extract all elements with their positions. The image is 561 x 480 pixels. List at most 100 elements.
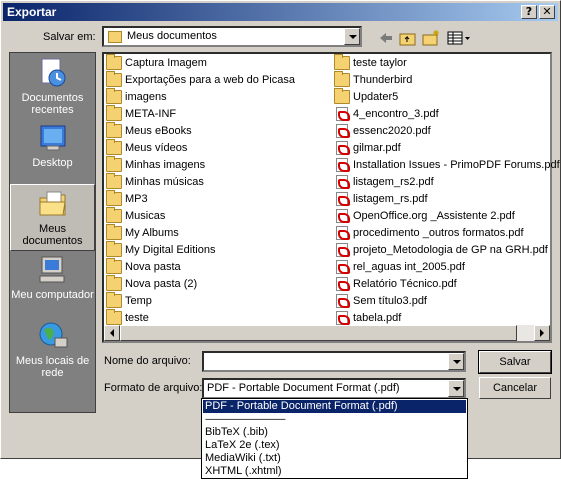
format-option[interactable]: LaTeX 2e (.tex) xyxy=(203,439,466,452)
folder-icon xyxy=(106,71,122,87)
folder-icon xyxy=(334,71,350,87)
file-name: MP3 xyxy=(125,193,148,205)
file-item-pdf[interactable]: gilmar.pdf xyxy=(334,140,401,157)
pdf-file-icon xyxy=(336,260,350,274)
help-button[interactable]: ? xyxy=(521,5,537,19)
back-icon[interactable] xyxy=(376,29,396,47)
folder-item[interactable]: My Digital Editions xyxy=(106,241,216,259)
network-places-icon xyxy=(37,320,69,352)
folder-item[interactable]: Nova pasta (2) xyxy=(106,275,198,293)
folder-icon xyxy=(106,309,122,325)
file-item-pdf[interactable]: Sem título3.pdf xyxy=(334,293,427,310)
scroll-left-button[interactable] xyxy=(104,325,120,341)
folder-item[interactable]: Minhas músicas xyxy=(106,173,204,191)
folder-item[interactable]: imagens xyxy=(106,88,167,106)
file-item-pdf[interactable]: listagem_rs2.pdf xyxy=(334,174,434,191)
folder-icon xyxy=(106,292,122,308)
file-item-pdf[interactable]: Relatório Técnico.pdf xyxy=(334,276,457,293)
horizontal-scrollbar[interactable] xyxy=(104,325,550,341)
format-dropdown-list: PDF - Portable Document Format (.pdf) --… xyxy=(201,398,468,479)
format-option[interactable]: BibTeX (.bib) xyxy=(203,426,466,439)
file-name: Relatório Técnico.pdf xyxy=(353,278,457,290)
scroll-right-button[interactable] xyxy=(534,325,550,341)
file-item-pdf[interactable]: essenc2020.pdf xyxy=(334,123,431,140)
dialog-title: Exportar xyxy=(7,5,57,19)
my-computer-icon xyxy=(37,254,69,286)
scroll-thumb[interactable] xyxy=(120,325,517,341)
save-in-combo[interactable]: Meus documentos xyxy=(102,26,362,47)
cancel-button[interactable]: Cancelar xyxy=(479,377,551,399)
file-name: imagens xyxy=(125,91,167,103)
pdf-file-icon xyxy=(336,107,350,121)
folder-icon xyxy=(106,241,122,257)
folder-item[interactable]: Minhas imagens xyxy=(106,156,206,174)
folder-item[interactable]: Meus vídeos xyxy=(106,139,188,157)
up-folder-icon[interactable] xyxy=(398,29,418,47)
file-name: Installation Issues - PrimoPDF Forums.pd… xyxy=(353,159,560,171)
file-name: teste taylor xyxy=(353,57,407,69)
file-item-pdf[interactable]: procedimento _outros formatos.pdf xyxy=(334,225,524,242)
folder-icon xyxy=(106,190,122,206)
file-list[interactable]: Captura Imagem Exportações para a web do … xyxy=(102,52,560,343)
file-name: Nova pasta xyxy=(125,261,181,273)
folder-item[interactable]: Exportações para a web do Picasa xyxy=(106,71,295,89)
pdf-file-icon xyxy=(336,124,350,138)
filename-dropdown-arrow[interactable] xyxy=(448,353,464,370)
format-option-separator: ---------------------------------------- xyxy=(205,414,286,424)
file-name: procedimento _outros formatos.pdf xyxy=(353,227,524,239)
place-desktop[interactable]: Desktop xyxy=(10,119,95,186)
save-in-label: Salvar em: xyxy=(43,31,96,43)
view-menu-icon[interactable] xyxy=(446,29,472,47)
close-button[interactable]: ✕ xyxy=(539,5,555,19)
format-option[interactable]: PDF - Portable Document Format (.pdf) xyxy=(203,400,466,413)
folder-item[interactable]: Captura Imagem xyxy=(106,54,207,72)
title-bar[interactable]: Exportar ? ✕ xyxy=(3,3,558,21)
format-combo[interactable]: PDF - Portable Document Format (.pdf) xyxy=(202,378,466,399)
file-name: Nova pasta (2) xyxy=(125,278,198,290)
pdf-file-icon xyxy=(336,277,350,291)
folder-item[interactable]: Thunderbird xyxy=(334,71,412,89)
file-item-pdf[interactable]: OpenOffice.org _Assistente 2.pdf xyxy=(334,208,515,225)
filename-field[interactable] xyxy=(202,351,466,372)
file-name: Minhas imagens xyxy=(125,159,206,171)
folder-item[interactable]: META-INF xyxy=(106,105,176,123)
place-recent-documents[interactable]: Documentos recentes xyxy=(10,54,95,121)
save-in-dropdown-arrow[interactable] xyxy=(344,28,360,45)
file-item-pdf[interactable]: rel_aguas int_2005.pdf xyxy=(334,259,465,276)
file-name: My Digital Editions xyxy=(125,244,216,256)
file-item-pdf[interactable]: 4_encontro_3.pdf xyxy=(334,106,439,123)
folder-item[interactable]: Nova pasta xyxy=(106,258,181,276)
place-label: Desktop xyxy=(32,157,73,169)
file-name: Musicas xyxy=(125,210,166,222)
file-item-pdf[interactable]: listagem_rs.pdf xyxy=(334,191,428,208)
file-name: Meus vídeos xyxy=(125,142,188,154)
format-dropdown-arrow[interactable] xyxy=(448,380,464,397)
pdf-file-icon xyxy=(336,209,350,223)
format-option[interactable]: MediaWiki (.txt) xyxy=(203,452,466,465)
folder-item[interactable]: Temp xyxy=(106,292,152,310)
pdf-file-icon xyxy=(336,311,350,325)
folder-item[interactable]: Meus eBooks xyxy=(106,122,192,140)
format-option[interactable]: XHTML (.xhtml) xyxy=(203,465,466,478)
folder-icon xyxy=(106,275,122,291)
folder-item[interactable]: Musicas xyxy=(106,207,166,225)
pdf-file-icon xyxy=(336,175,350,189)
folder-item[interactable]: teste taylor xyxy=(334,54,407,72)
folder-item[interactable]: My Albums xyxy=(106,224,179,242)
file-name: listagem_rs.pdf xyxy=(353,193,428,205)
save-button[interactable]: Salvar xyxy=(478,350,552,374)
file-item-pdf[interactable]: projeto_Metodologia de GP na GRH.pdf xyxy=(334,242,548,259)
file-item-pdf[interactable]: Installation Issues - PrimoPDF Forums.pd… xyxy=(334,157,560,174)
place-label: Documentos recentes xyxy=(21,92,84,116)
folder-item[interactable]: Updater5 xyxy=(334,88,399,106)
new-folder-icon[interactable] xyxy=(421,29,441,47)
file-name: Updater5 xyxy=(353,91,399,103)
place-network[interactable]: Meus locais de rede xyxy=(10,317,95,384)
file-name: Temp xyxy=(125,295,152,307)
folder-icon xyxy=(106,105,122,121)
folder-item[interactable]: MP3 xyxy=(106,190,148,208)
recent-documents-icon xyxy=(37,57,69,89)
place-my-computer[interactable]: Meu computador xyxy=(10,251,95,318)
place-my-documents[interactable]: Meus documentos xyxy=(10,184,95,251)
pdf-file-icon xyxy=(336,192,350,206)
